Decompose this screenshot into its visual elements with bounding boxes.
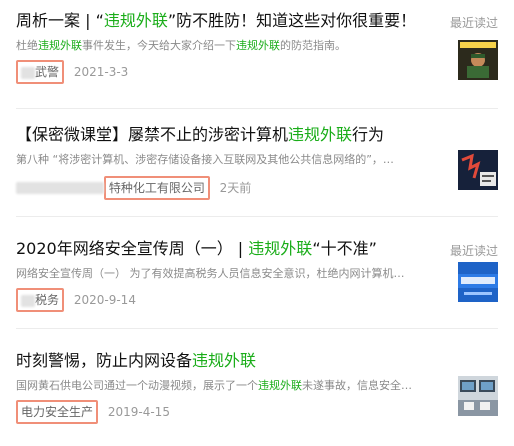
article-meta: x税务 2020-9-14: [16, 288, 136, 312]
result-item[interactable]: 周析一案 | “违规外联”防不胜防！知道这些对你很重要！ 最近读过 杜绝违规外联…: [0, 0, 514, 110]
highlighted-keyword: 违规外联: [236, 39, 280, 52]
result-item[interactable]: 【保密微课堂】屡禁不止的涉密计算机违规外联行为 第八种 “将涉密计算机、涉密存储…: [0, 110, 514, 216]
article-title[interactable]: 2020年网络安全宣传周（一） | 违规外联“十不准”: [16, 238, 436, 260]
highlighted-keyword: 违规外联: [192, 351, 257, 370]
source-name: 电力安全生产: [21, 405, 94, 419]
source-name: 特种化工有限公司: [108, 181, 205, 195]
article-thumbnail[interactable]: [458, 150, 498, 190]
source-account[interactable]: x武警: [16, 60, 65, 84]
redacted-text: x: [21, 294, 35, 307]
publish-date: 2019-4-15: [107, 405, 170, 419]
article-title[interactable]: 【保密微课堂】屡禁不止的涉密计算机违规外联行为: [16, 124, 436, 146]
source-name: 武警: [35, 65, 60, 79]
text-segment: 行为: [352, 125, 385, 144]
article-thumbnail[interactable]: [458, 40, 498, 80]
text-segment: 未遂事故，信息安全…: [302, 379, 412, 392]
thumbnail-image: [458, 376, 498, 416]
text-segment: 周析一案 | “: [16, 11, 104, 30]
article-summary: 国网黄石供电公司通过一个动漫视频，展示了一个违规外联未遂事故，信息安全…: [16, 378, 440, 394]
thumbnail-image: [458, 262, 498, 302]
source-account[interactable]: x税务: [16, 288, 65, 312]
article-meta: x武警 2021-3-3: [16, 60, 128, 84]
redacted-text: x: [21, 66, 35, 79]
text-segment: “十不准”: [312, 239, 377, 258]
article-meta: 电力安全生产 2019-4-15: [16, 400, 170, 424]
source-account[interactable]: 电力安全生产: [16, 400, 99, 424]
text-segment: 时刻警惕，防止内网设备: [16, 351, 193, 370]
article-summary: 网络安全宣传周（一） 为了有效提高税务人员信息安全意识，杜绝内网计算机…: [16, 266, 440, 282]
text-segment: ”防不胜防！知道这些对你很重要！: [167, 11, 417, 30]
highlighted-keyword: 违规外联: [248, 239, 313, 258]
search-results-list: 周析一案 | “违规外联”防不胜防！知道这些对你很重要！ 最近读过 杜绝违规外联…: [0, 0, 514, 446]
text-segment: 第八种 “将涉密计算机、涉密存储设备接入互联网及其他公共信息网络的”，…: [16, 153, 394, 166]
article-thumbnail[interactable]: [458, 262, 498, 302]
text-segment: 【保密微课堂】屡禁不止的涉密计算机: [16, 125, 289, 144]
result-item[interactable]: 2020年网络安全宣传周（一） | 违规外联“十不准” 最近读过 网络安全宣传周…: [0, 218, 514, 328]
divider: [16, 328, 498, 329]
text-segment: 杜绝: [16, 39, 38, 52]
thumbnail-image: [458, 40, 498, 80]
result-item[interactable]: 时刻警惕，防止内网设备违规外联 国网黄石供电公司通过一个动漫视频，展示了一个违规…: [0, 330, 514, 446]
highlighted-keyword: 违规外联: [258, 379, 302, 392]
article-title[interactable]: 时刻警惕，防止内网设备违规外联: [16, 350, 436, 372]
article-title[interactable]: 周析一案 | “违规外联”防不胜防！知道这些对你很重要！: [16, 10, 436, 32]
text-segment: 网络安全宣传周（一） 为了有效提高税务人员信息安全意识，杜绝内网计算机…: [16, 267, 405, 280]
text-segment: 国网黄石供电公司通过一个动漫视频，展示了一个: [16, 379, 258, 392]
highlighted-keyword: 违规外联: [103, 11, 168, 30]
highlighted-keyword: 违规外联: [288, 125, 353, 144]
article-meta: x 特种化工有限公司 2天前: [16, 176, 251, 200]
article-summary: 杜绝违规外联事件发生，今天给大家介绍一下违规外联的防范指南。: [16, 38, 436, 54]
highlighted-keyword: 违规外联: [38, 39, 82, 52]
recently-read-badge: 最近读过: [449, 244, 498, 258]
redacted-text: x: [16, 182, 104, 194]
thumbnail-image: [458, 150, 498, 190]
divider: [16, 216, 498, 217]
divider: [16, 108, 498, 109]
publish-date: 2020-9-14: [73, 293, 136, 307]
publish-date: 2021-3-3: [73, 65, 129, 79]
text-segment: 2020年网络安全宣传周（一） |: [16, 239, 249, 258]
source-account[interactable]: 特种化工有限公司: [103, 176, 210, 200]
article-thumbnail[interactable]: [458, 376, 498, 416]
source-name: 税务: [35, 293, 60, 307]
text-segment: 的防范指南。: [280, 39, 346, 52]
publish-date: 2天前: [219, 181, 252, 195]
text-segment: 事件发生，今天给大家介绍一下: [82, 39, 236, 52]
recently-read-badge: 最近读过: [449, 16, 498, 30]
article-summary: 第八种 “将涉密计算机、涉密存储设备接入互联网及其他公共信息网络的”，…: [16, 152, 440, 168]
